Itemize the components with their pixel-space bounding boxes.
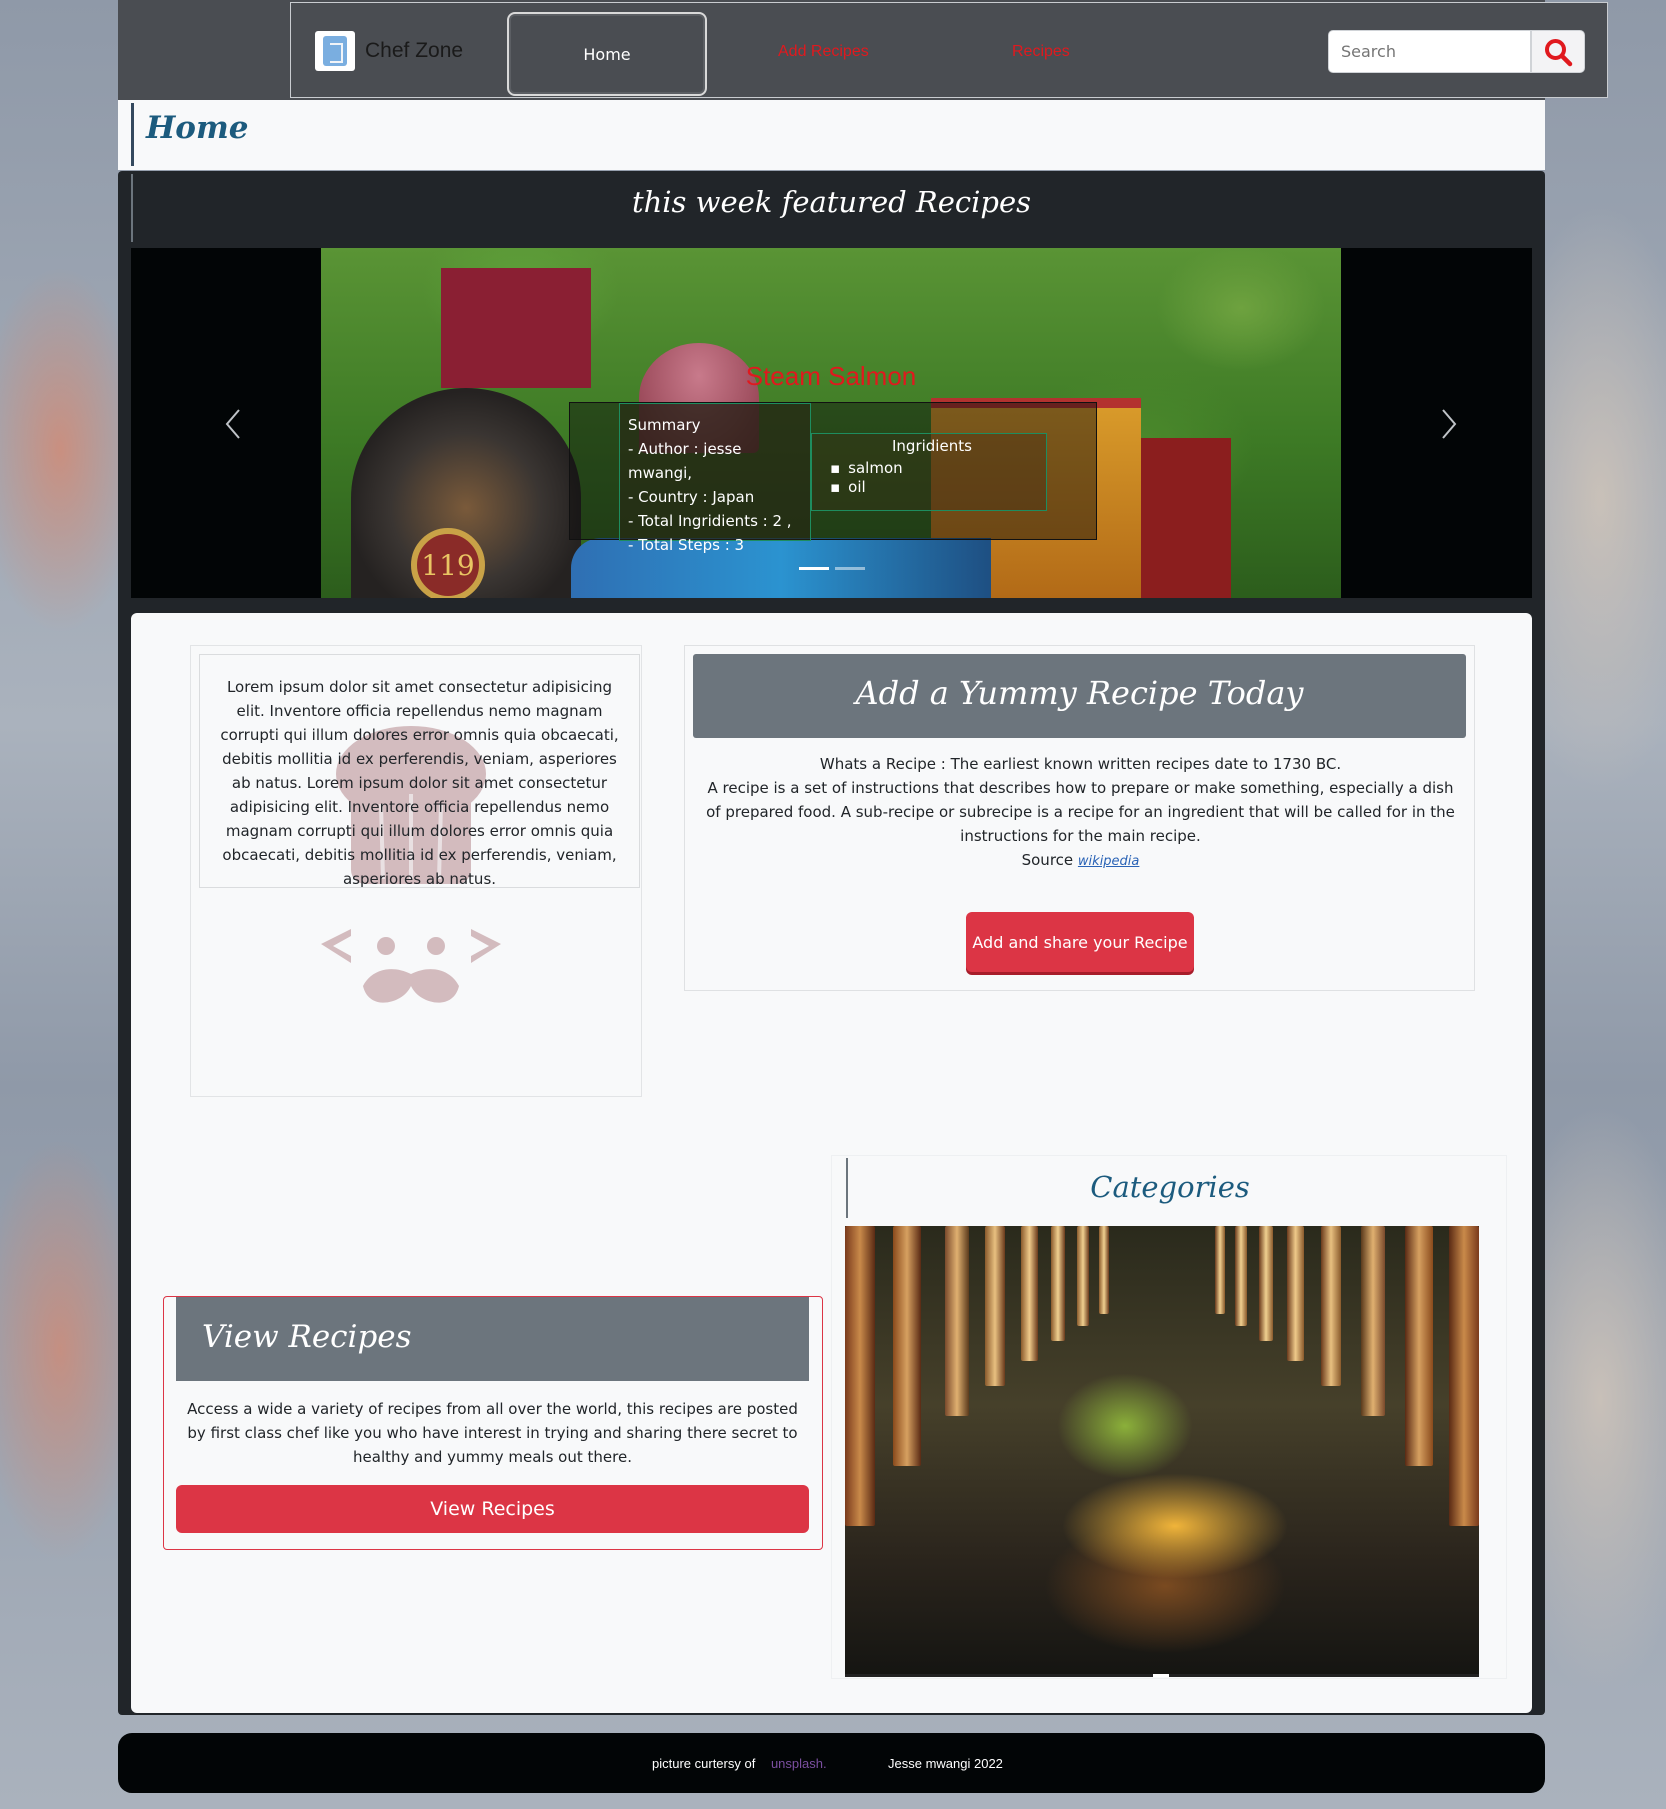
search-button[interactable] bbox=[1531, 30, 1585, 73]
categories-title: Categories bbox=[1090, 1170, 1250, 1204]
page-title: Home bbox=[146, 110, 249, 146]
unsplash-link[interactable]: unsplash. bbox=[771, 1756, 827, 1771]
add-recipe-line: Whats a Recipe : The earliest known writ… bbox=[819, 755, 1342, 773]
carousel-indicator-2[interactable] bbox=[835, 567, 865, 570]
add-recipe-button[interactable]: Add and share your Recipe bbox=[966, 912, 1194, 972]
intro-text: Lorem ipsum dolor sit amet consectetur a… bbox=[199, 654, 640, 888]
home-header-accent bbox=[131, 103, 134, 166]
carousel-indicator-1[interactable] bbox=[799, 567, 829, 570]
search-icon bbox=[1545, 38, 1573, 66]
carousel-next-icon[interactable] bbox=[1439, 407, 1459, 441]
footer-credit-text: picture curtersy of bbox=[652, 1756, 756, 1771]
navbar: Chef Zone Home Add Recipes Recipes bbox=[118, 0, 1608, 100]
engine-number-plate: 119 bbox=[411, 528, 485, 598]
source-label: Source bbox=[1021, 851, 1074, 869]
carousel-slide-image: 119 Steam Salmon Summary - Author : jess… bbox=[321, 248, 1341, 598]
view-recipes-button[interactable]: View Recipes bbox=[176, 1485, 809, 1533]
summary-line: - Country : Japan bbox=[628, 488, 755, 506]
carousel-prev-icon[interactable] bbox=[223, 407, 243, 441]
home-header: Home bbox=[118, 100, 1545, 170]
ingredients-title: Ingridients bbox=[892, 437, 972, 455]
brand-logo-icon bbox=[315, 31, 355, 71]
slide-recipe-name[interactable]: Steam Salmon bbox=[321, 361, 1341, 392]
add-recipe-title: Add a Yummy Recipe Today bbox=[693, 654, 1466, 738]
add-recipe-body: Whats a Recipe : The earliest known writ… bbox=[699, 752, 1462, 874]
summary-line: - Total Steps : 3 bbox=[628, 536, 745, 554]
featured-carousel[interactable]: 119 Steam Salmon Summary - Author : jess… bbox=[131, 248, 1532, 598]
summary-line: - Total Ingridients : 2 , bbox=[628, 512, 792, 530]
ingredients-list: salmon oil bbox=[830, 459, 903, 497]
ingredient-item: oil bbox=[830, 478, 903, 497]
categories-card: Categories bbox=[831, 1155, 1507, 1679]
view-recipes-title: View Recipes bbox=[176, 1297, 809, 1381]
featured-title: this week featured Recipes bbox=[631, 185, 1032, 219]
navbar-inner: Chef Zone Home Add Recipes Recipes bbox=[290, 2, 1608, 98]
ingredient-item: salmon bbox=[830, 459, 902, 478]
search-input[interactable] bbox=[1328, 30, 1531, 73]
nav-home-link[interactable]: Home bbox=[507, 12, 707, 96]
brand[interactable]: Chef Zone bbox=[315, 31, 463, 71]
footer-author: Jesse mwangi 2022 bbox=[888, 1756, 1003, 1771]
footer-credit: picture curtersy of unsplash. bbox=[652, 1756, 827, 1771]
content-panel: Lorem ipsum dolor sit amet consectetur a… bbox=[131, 613, 1532, 1713]
source-link[interactable]: wikipedia bbox=[1078, 854, 1139, 869]
summary-card: Summary - Author : jesse mwangi, - Count… bbox=[619, 403, 811, 554]
source-line: Source wikipedia bbox=[699, 848, 1462, 874]
ingredients-card: Ingridients salmon oil bbox=[811, 433, 1047, 511]
summary-title: Summary bbox=[628, 416, 701, 434]
brand-name: Chef Zone bbox=[365, 39, 464, 62]
categories-divider bbox=[845, 1674, 1479, 1677]
view-recipes-text: Access a wide a variety of recipes from … bbox=[187, 1400, 798, 1466]
summary-line: - Author : jesse mwangi, bbox=[628, 440, 742, 482]
main-container: this week featured Recipes 119 Steam Sal… bbox=[118, 171, 1545, 1715]
intro-card: Lorem ipsum dolor sit amet consectetur a… bbox=[190, 645, 642, 1097]
nav-add-recipes-link[interactable]: Add Recipes bbox=[778, 43, 869, 61]
add-recipe-card: Add a Yummy Recipe Today Whats a Recipe … bbox=[684, 645, 1475, 991]
view-recipes-card: View Recipes Access a wide a variety of … bbox=[163, 1296, 823, 1550]
add-recipe-line: A recipe is a set of instructions that d… bbox=[706, 779, 1455, 845]
footer: picture curtersy of unsplash. Jesse mwan… bbox=[118, 1733, 1545, 1793]
categories-image[interactable] bbox=[845, 1226, 1479, 1674]
nav-recipes-link[interactable]: Recipes bbox=[1012, 43, 1070, 61]
